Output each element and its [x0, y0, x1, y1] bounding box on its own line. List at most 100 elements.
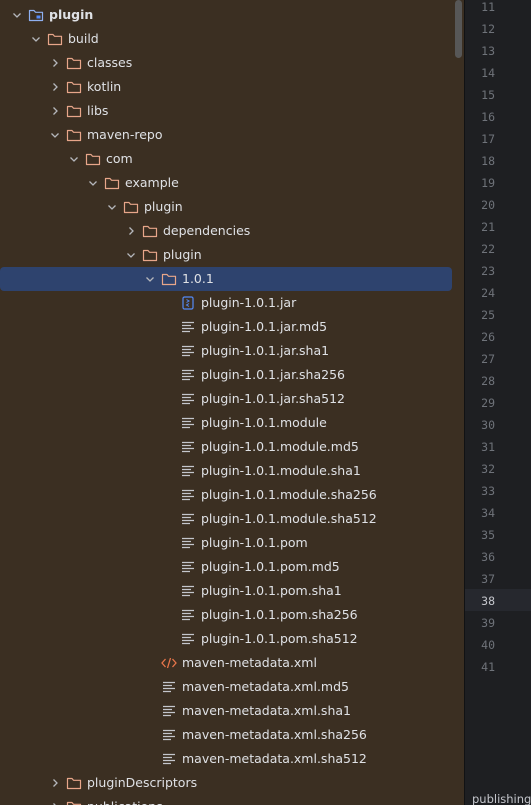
tree-item[interactable]: maven-metadata.xml	[0, 651, 452, 675]
tree-item[interactable]: classes	[0, 51, 452, 75]
folder-icon	[66, 99, 82, 123]
text-file-icon	[180, 459, 196, 483]
tree-item[interactable]: plugin-1.0.1.pom.sha256	[0, 603, 452, 627]
folder-icon	[142, 219, 158, 243]
line-number: 15	[481, 88, 495, 102]
tree-item[interactable]: maven-metadata.xml.sha512	[0, 747, 452, 771]
tree-item-label: kotlin	[87, 79, 122, 94]
line-number: 40	[481, 638, 495, 652]
tree-item[interactable]: plugin-1.0.1.pom.sha512	[0, 627, 452, 651]
tree-item[interactable]: build	[0, 27, 452, 51]
tree-item-label: plugin-1.0.1.pom.md5	[201, 559, 340, 574]
line-number: 26	[481, 330, 495, 344]
tree-item[interactable]: plugin-1.0.1.pom	[0, 531, 452, 555]
tree-item[interactable]: plugin-1.0.1.pom.md5	[0, 555, 452, 579]
chevron-down-icon[interactable]	[67, 147, 81, 171]
tree-item[interactable]: plugin	[0, 3, 452, 27]
line-number: 12	[481, 22, 495, 36]
folder-icon	[123, 195, 139, 219]
chevron-right-icon[interactable]	[124, 219, 138, 243]
line-number: 33	[481, 484, 495, 498]
folder-icon	[104, 171, 120, 195]
tree-item[interactable]: plugin-1.0.1.jar.sha256	[0, 363, 452, 387]
tree-item-label: plugin	[163, 247, 202, 262]
tree-item-label: plugin-1.0.1.jar.sha512	[201, 391, 346, 406]
tree-item-label: maven-metadata.xml.sha1	[182, 703, 351, 718]
tree-item[interactable]: dependencies	[0, 219, 452, 243]
tree-item[interactable]: com	[0, 147, 452, 171]
tree-item[interactable]: 1.0.1	[0, 267, 452, 291]
tree-item[interactable]: plugin-1.0.1.jar.sha1	[0, 339, 452, 363]
tree-item-label: build	[68, 31, 99, 46]
line-number: 24	[481, 286, 495, 300]
chevron-down-icon[interactable]	[124, 243, 138, 267]
tree-item[interactable]: plugin-1.0.1.module.sha1	[0, 459, 452, 483]
chevron-down-icon[interactable]	[48, 123, 62, 147]
folder-icon	[161, 267, 177, 291]
line-number: 16	[481, 110, 495, 124]
tree-item[interactable]: plugin-1.0.1.module	[0, 411, 452, 435]
tree-item[interactable]: plugin-1.0.1.module.sha256	[0, 483, 452, 507]
tree-item[interactable]: maven-metadata.xml.md5	[0, 675, 452, 699]
line-number: 18	[481, 154, 495, 168]
tree-item-label: plugin-1.0.1.pom.sha1	[201, 583, 342, 598]
chevron-down-icon[interactable]	[10, 3, 24, 27]
tree-item[interactable]: plugin-1.0.1.module.md5	[0, 435, 452, 459]
line-number: 25	[481, 308, 495, 322]
tree-item-label: pluginDescriptors	[87, 775, 198, 790]
text-file-icon	[180, 507, 196, 531]
tree-item-label: plugin-1.0.1.module.sha256	[201, 487, 377, 502]
chevron-right-icon[interactable]	[48, 99, 62, 123]
tree-item[interactable]: plugin	[0, 243, 452, 267]
project-tree[interactable]: plugin build classes kotlin libs maven-repo co…	[0, 0, 452, 805]
tree-item[interactable]: plugin-1.0.1.jar	[0, 291, 452, 315]
chevron-down-icon[interactable]	[86, 171, 100, 195]
bottom-tab-publishing[interactable]: publishing	[472, 789, 531, 805]
tree-item[interactable]: plugin	[0, 195, 452, 219]
chevron-down-icon[interactable]	[29, 27, 43, 51]
chevron-right-icon[interactable]	[48, 771, 62, 795]
text-file-icon	[180, 555, 196, 579]
line-number: 31	[481, 440, 495, 454]
chevron-down-icon[interactable]	[105, 195, 119, 219]
line-number: 23	[481, 264, 495, 278]
chevron-right-icon[interactable]	[48, 795, 62, 805]
tree-item[interactable]: maven-repo	[0, 123, 452, 147]
line-number: 37	[481, 572, 495, 586]
tree-item[interactable]: plugin-1.0.1.jar.md5	[0, 315, 452, 339]
tree-item-label: example	[125, 175, 179, 190]
folder-icon	[47, 27, 63, 51]
line-number: 28	[481, 374, 495, 388]
tree-item[interactable]: pluginDescriptors	[0, 771, 452, 795]
xml-file-icon	[161, 651, 177, 675]
chevron-right-icon[interactable]	[48, 51, 62, 75]
tree-scrollbar[interactable]	[452, 0, 464, 805]
tree-scroll-thumb[interactable]	[455, 0, 462, 58]
tree-item[interactable]: plugin-1.0.1.jar.sha512	[0, 387, 452, 411]
tree-item[interactable]: plugin-1.0.1.pom.sha1	[0, 579, 452, 603]
text-file-icon	[161, 699, 177, 723]
tree-item[interactable]: libs	[0, 99, 452, 123]
tree-item-label: maven-metadata.xml.sha256	[182, 727, 367, 742]
tree-item[interactable]: maven-metadata.xml.sha256	[0, 723, 452, 747]
folder-icon	[66, 795, 82, 805]
chevron-right-icon[interactable]	[48, 75, 62, 99]
line-number: 17	[481, 132, 495, 146]
tree-item-label: plugin-1.0.1.jar.md5	[201, 319, 328, 334]
text-file-icon	[180, 435, 196, 459]
text-file-icon	[180, 363, 196, 387]
tree-item[interactable]: plugin-1.0.1.module.sha512	[0, 507, 452, 531]
chevron-down-icon[interactable]	[143, 267, 157, 291]
tree-item[interactable]: maven-metadata.xml.sha1	[0, 699, 452, 723]
tree-item[interactable]: publications	[0, 795, 452, 805]
tree-item[interactable]: kotlin	[0, 75, 452, 99]
tree-item[interactable]: example	[0, 171, 452, 195]
